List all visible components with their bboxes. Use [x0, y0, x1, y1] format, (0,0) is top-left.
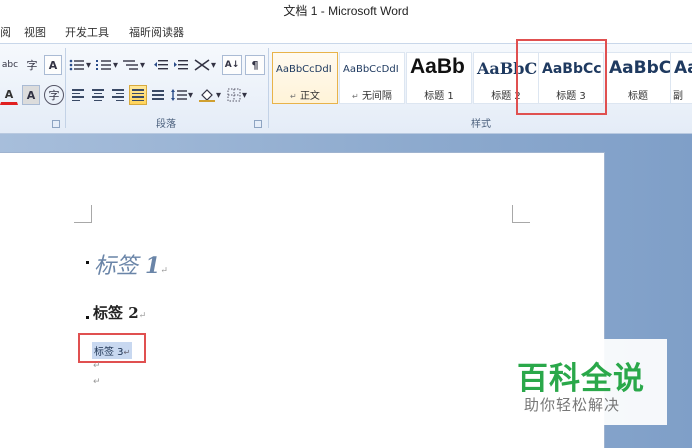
- character-shading-icon: A: [26, 88, 36, 102]
- borders-icon: [227, 88, 241, 102]
- margin-corner: [512, 205, 530, 223]
- chevron-down-icon: ▾: [113, 59, 119, 71]
- justify-button[interactable]: [129, 85, 147, 105]
- style-sample: AaBb: [410, 55, 465, 78]
- chevron-down-icon: ▾: [86, 59, 92, 71]
- show-marks-button[interactable]: ¶: [245, 55, 265, 75]
- style-name: 副: [673, 91, 683, 102]
- align-left-icon: [72, 89, 84, 101]
- font-color-icon: A: [4, 87, 14, 101]
- increase-indent-button[interactable]: [172, 55, 190, 75]
- justify-icon: [132, 89, 144, 101]
- bullets-icon: [69, 59, 84, 71]
- line-spacing-dropdown[interactable]: ▾: [171, 85, 193, 105]
- numbering-dropdown[interactable]: ▾: [96, 55, 118, 75]
- align-center-icon: [92, 89, 104, 101]
- bullets-dropdown[interactable]: ▾: [69, 55, 91, 75]
- line-spacing-icon: [171, 89, 187, 101]
- align-center-button[interactable]: [89, 85, 107, 105]
- style-name: 标题: [628, 91, 648, 102]
- window-title: 文档 1 - Microsoft Word: [283, 4, 409, 18]
- style-heading-1[interactable]: AaBb 标题 1: [406, 52, 472, 104]
- paragraph-mark-icon: ¶: [251, 58, 259, 72]
- chinese-layout-dropdown[interactable]: ▾: [194, 55, 216, 75]
- style-subtitle[interactable]: Aa 副: [670, 52, 692, 104]
- style-no-spacing[interactable]: AaBbCcDdI ↵ 无间隔: [339, 52, 405, 104]
- margin-corner: [74, 205, 92, 223]
- title-bar: 文档 1 - Microsoft Word: [0, 0, 692, 22]
- watermark-subtitle: 助你轻松解决: [524, 396, 621, 414]
- increase-indent-icon: [174, 60, 188, 70]
- phonetic-guide-icon: abc: [1, 60, 19, 70]
- style-name: 标题 1: [424, 91, 454, 102]
- sort-icon: A↓: [224, 60, 240, 70]
- character-border-icon: A: [48, 58, 58, 72]
- font-color-button[interactable]: A: [0, 85, 18, 105]
- distributed-align-button[interactable]: [149, 85, 167, 105]
- chevron-down-icon: ▾: [140, 59, 146, 71]
- style-normal[interactable]: AaBbCcDdI ↵ 正文: [272, 52, 338, 104]
- enclose-characters-button[interactable]: 字: [22, 55, 42, 75]
- watermark-title: 百科全说: [517, 361, 645, 397]
- paragraph-mark: ↵: [93, 377, 101, 387]
- decrease-indent-icon: [154, 60, 168, 70]
- chevron-down-icon: ▾: [188, 89, 194, 101]
- style-title[interactable]: AaBbC 标题: [605, 52, 671, 104]
- multilevel-list-dropdown[interactable]: ▾: [123, 55, 145, 75]
- enclose-char-icon: 字: [48, 89, 60, 102]
- chevron-down-icon: ▾: [211, 59, 217, 71]
- phonetic-guide-button[interactable]: abc: [0, 55, 20, 75]
- enclose-characters-icon: 字: [26, 59, 38, 72]
- shading-dropdown[interactable]: ▾: [199, 85, 221, 105]
- enclose-char-button[interactable]: 字: [44, 85, 64, 105]
- multilevel-list-icon: [123, 60, 138, 70]
- character-shading-button[interactable]: A: [22, 85, 40, 105]
- style-sample: AaBbCcDdI: [276, 64, 332, 75]
- highlight-box: [516, 39, 607, 115]
- style-sample: AaBbCcDdI: [343, 64, 399, 75]
- heading-1-text[interactable]: 标签 1↵: [94, 248, 168, 280]
- numbering-icon: [96, 60, 111, 70]
- decrease-indent-button[interactable]: [152, 55, 170, 75]
- group-separator: [268, 48, 269, 128]
- highlight-box: [78, 333, 146, 363]
- heading-bullet: [86, 316, 89, 319]
- heading-bullet: [86, 261, 89, 264]
- character-border-button[interactable]: A: [44, 55, 62, 75]
- chevron-down-icon: ▾: [216, 89, 222, 101]
- group-separator: [65, 48, 66, 128]
- heading-2-text[interactable]: 标签 2↵: [93, 302, 146, 323]
- tab-review[interactable]: 阅: [0, 22, 11, 44]
- tab-view[interactable]: 视图: [24, 22, 46, 44]
- paragraph-mark: ↵: [93, 361, 101, 371]
- group-label-styles: 样式: [471, 119, 491, 130]
- chinese-layout-icon: [194, 59, 210, 71]
- align-right-icon: [112, 89, 124, 101]
- paint-bucket-icon: [199, 89, 215, 102]
- tab-developer[interactable]: 开发工具: [65, 22, 109, 44]
- paragraph-dialog-launcher[interactable]: [254, 120, 262, 128]
- style-sample: AaBbC: [609, 58, 671, 78]
- style-name: ↵ 无间隔: [352, 91, 392, 102]
- tab-foxit-reader[interactable]: 福昕阅读器: [129, 22, 184, 44]
- borders-dropdown[interactable]: ▾: [227, 85, 247, 105]
- style-sample: Aa: [674, 58, 692, 78]
- distributed-align-icon: [152, 90, 164, 100]
- align-right-button[interactable]: [109, 85, 127, 105]
- group-label-paragraph: 段落: [156, 119, 176, 130]
- sort-button[interactable]: A↓: [222, 55, 242, 75]
- chevron-down-icon: ▾: [242, 89, 248, 101]
- font-dialog-launcher[interactable]: [52, 120, 60, 128]
- style-name: ↵ 正文: [290, 91, 320, 102]
- align-left-button[interactable]: [69, 85, 87, 105]
- watermark: 百科全说 助你轻松解决: [505, 339, 667, 425]
